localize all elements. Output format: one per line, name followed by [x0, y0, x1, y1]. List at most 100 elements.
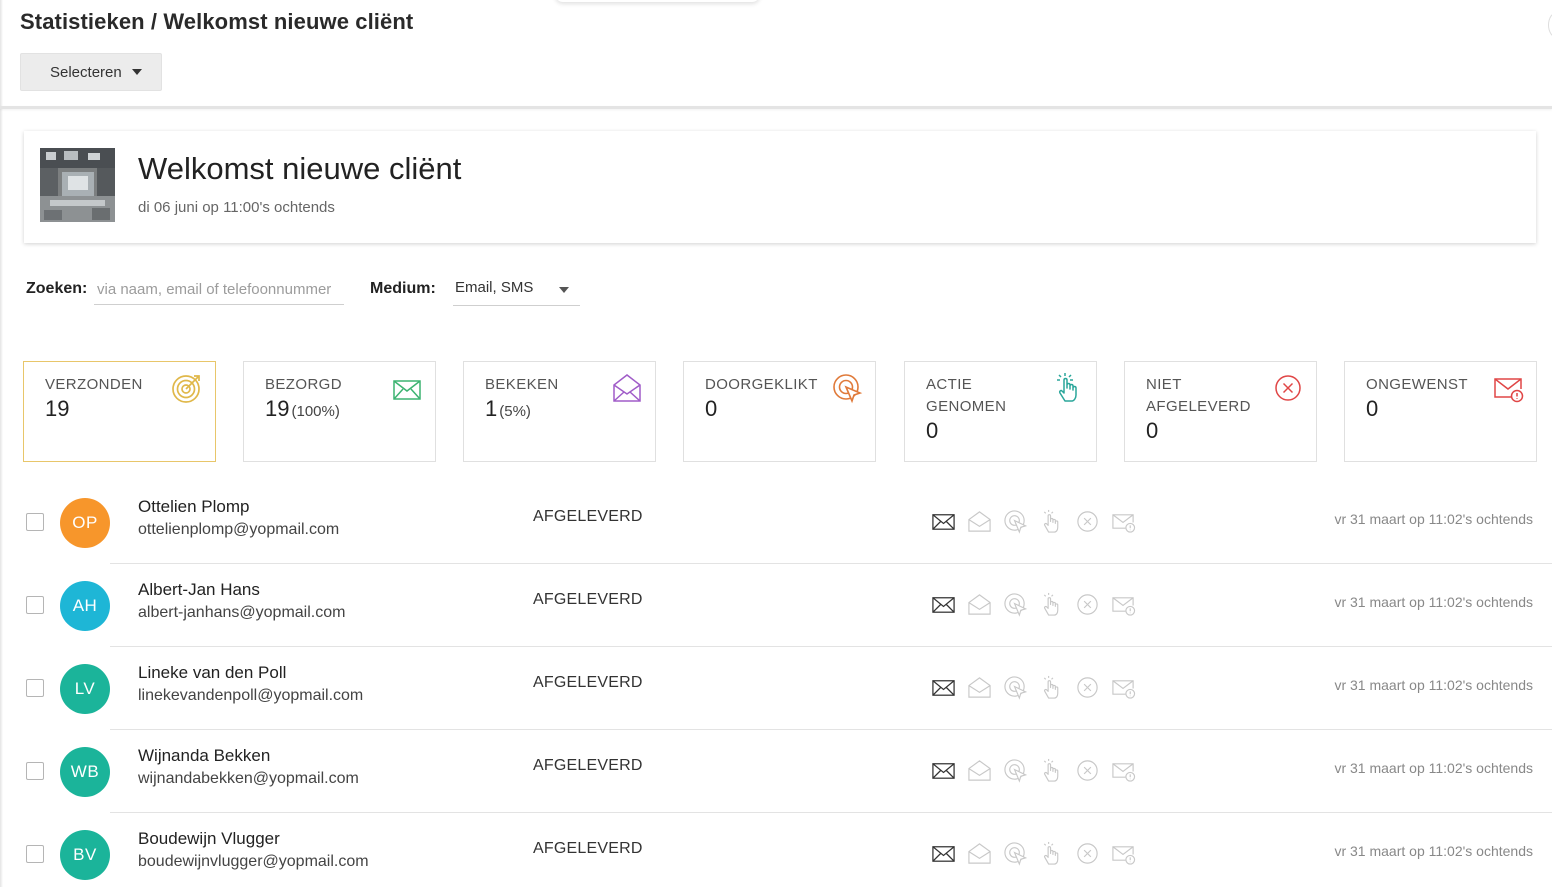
- open-envelope-icon: [968, 593, 991, 615]
- recipient-email: ottelienplomp@yopmail.com: [138, 521, 340, 538]
- x-circle-icon: [1275, 375, 1301, 401]
- table-row[interactable]: AH Albert-Jan Hans albert-janhans@yopmai…: [0, 564, 1552, 647]
- stat-card-verzonden[interactable]: VERZONDEN 19: [23, 361, 216, 462]
- event-date: vr 31 maart op 11:02's ochtends: [1334, 760, 1533, 776]
- stat-value: 19 (100%): [265, 396, 340, 421]
- target-icon: [172, 375, 200, 403]
- caret-down-icon: [559, 287, 569, 293]
- event-icons: [931, 590, 1136, 618]
- top-tab-handle[interactable]: [555, 0, 760, 2]
- spam-envelope-icon: [1112, 513, 1136, 533]
- table-row[interactable]: BV Boudewijn Vlugger boudewijnvlugger@yo…: [0, 813, 1552, 887]
- hand-pointer-icon: [1043, 592, 1059, 616]
- stat-value: 1 (5%): [485, 396, 531, 421]
- avatar: OP: [60, 498, 110, 548]
- avatar: WB: [60, 747, 110, 797]
- recipient-name: Boudewijn Vlugger: [138, 829, 280, 848]
- open-envelope-icon: [968, 759, 991, 781]
- click-icon: [1004, 592, 1028, 617]
- stat-card-actie-genomen[interactable]: ACTIE GENOMEN 0: [904, 361, 1097, 462]
- stat-value: 0: [926, 418, 939, 443]
- x-circle-icon: [1077, 676, 1098, 698]
- open-envelope-icon: [968, 510, 991, 532]
- delivery-status: AFGELEVERD: [533, 508, 643, 525]
- recipient-name: Ottelien Plomp: [138, 497, 250, 516]
- stat-label: NIET AFGELEVERD 0: [1146, 374, 1271, 442]
- row-checkbox[interactable]: [26, 513, 44, 531]
- stat-label: VERZONDEN 19: [45, 374, 170, 420]
- envelope-icon: [932, 513, 955, 530]
- stat-card-doorgeklikt[interactable]: DOORGEKLIKT 0: [683, 361, 876, 462]
- delivery-status: AFGELEVERD: [533, 757, 643, 774]
- event-date: vr 31 maart op 11:02's ochtends: [1334, 511, 1533, 527]
- stat-card-ongewenst[interactable]: ONGEWENST 0: [1344, 361, 1537, 462]
- spam-envelope-icon: [1112, 762, 1136, 782]
- row-checkbox[interactable]: [26, 596, 44, 614]
- stat-card-bekeken[interactable]: BEKEKEN 1 (5%): [463, 361, 656, 462]
- event-icons: [931, 839, 1136, 867]
- delivery-status: AFGELEVERD: [533, 591, 643, 608]
- recipient-name: Wijnanda Bekken: [138, 746, 271, 765]
- stat-value: 19: [45, 396, 70, 421]
- row-checkbox[interactable]: [26, 845, 44, 863]
- event-date: vr 31 maart op 11:02's ochtends: [1334, 594, 1533, 610]
- table-row[interactable]: WB Wijnanda Bekken wijnandabekken@yopmai…: [0, 730, 1552, 813]
- stat-value: 0: [705, 396, 718, 421]
- recipient-name: Lineke van den Poll: [138, 663, 287, 682]
- envelope-icon: [932, 679, 955, 696]
- campaign-card: Welkomst nieuwe cliënt di 06 juni op 11:…: [24, 131, 1536, 243]
- click-icon: [1004, 675, 1028, 700]
- avatar: LV: [60, 664, 110, 714]
- medium-label: Medium:: [370, 280, 436, 297]
- medium-select[interactable]: Email, SMS: [453, 275, 580, 306]
- x-circle-icon: [1077, 510, 1098, 532]
- click-icon: [833, 374, 863, 404]
- recipient-email: linekevandenpoll@yopmail.com: [138, 687, 364, 704]
- select-dropdown-label: Selecteren: [50, 63, 122, 81]
- envelope-icon: [932, 596, 955, 613]
- select-dropdown-button[interactable]: Selecteren: [20, 53, 162, 91]
- x-circle-icon: [1077, 842, 1098, 864]
- hand-pointer-icon: [1043, 509, 1059, 533]
- medium-select-value: Email, SMS: [455, 279, 534, 296]
- stat-card-bezorgd[interactable]: BEZORGD 19 (100%): [243, 361, 436, 462]
- envelope-icon: [932, 845, 955, 862]
- x-circle-icon: [1077, 593, 1098, 615]
- envelope-icon: [932, 762, 955, 779]
- click-icon: [1004, 758, 1028, 783]
- event-date: vr 31 maart op 11:02's ochtends: [1334, 677, 1533, 693]
- row-checkbox[interactable]: [26, 679, 44, 697]
- stat-label: BEZORGD 19 (100%): [265, 374, 390, 423]
- row-checkbox[interactable]: [26, 762, 44, 780]
- hand-pointer-icon: [1043, 675, 1059, 699]
- recipient-email: albert-janhans@yopmail.com: [138, 604, 346, 621]
- caret-down-icon: [131, 69, 142, 75]
- event-date: vr 31 maart op 11:02's ochtends: [1334, 843, 1533, 859]
- campaign-thumbnail: [40, 148, 115, 222]
- recipient-name: Albert-Jan Hans: [138, 580, 260, 599]
- stat-value: 0: [1146, 418, 1159, 443]
- envelope-icon: [393, 380, 421, 400]
- avatar: AH: [60, 581, 110, 631]
- open-envelope-icon: [968, 676, 991, 698]
- spam-envelope-icon: [1112, 596, 1136, 616]
- delivery-status: AFGELEVERD: [533, 840, 643, 857]
- hand-pointer-icon: [1057, 373, 1077, 402]
- help-button-edge[interactable]: [1548, 12, 1552, 38]
- spam-envelope-icon: [1112, 679, 1136, 699]
- table-row[interactable]: LV Lineke van den Poll linekevandenpoll@…: [0, 647, 1552, 730]
- recipient-email: wijnandabekken@yopmail.com: [138, 770, 359, 787]
- recipient-email: boudewijnvlugger@yopmail.com: [138, 853, 369, 870]
- table-row[interactable]: OP Ottelien Plomp ottelienplomp@yopmail.…: [0, 481, 1552, 564]
- spam-envelope-icon: [1112, 845, 1136, 865]
- open-envelope-icon: [613, 374, 641, 402]
- stat-card-niet-afgeleverd[interactable]: NIET AFGELEVERD 0: [1124, 361, 1317, 462]
- spam-envelope-icon: [1494, 378, 1524, 403]
- event-icons: [931, 756, 1136, 784]
- event-icons: [931, 673, 1136, 701]
- campaign-title: Welkomst nieuwe cliënt: [138, 151, 462, 186]
- search-label: Zoeken:: [26, 280, 88, 297]
- search-input[interactable]: [94, 275, 344, 305]
- campaign-date: di 06 juni op 11:00's ochtends: [138, 199, 335, 216]
- click-icon: [1004, 509, 1028, 534]
